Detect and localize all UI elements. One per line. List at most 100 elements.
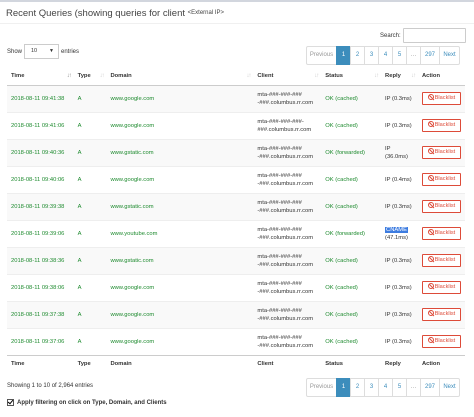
- page-link[interactable]: 1: [336, 378, 351, 397]
- blacklist-button[interactable]: Blacklist: [421, 335, 461, 348]
- page-title: Recent Queries (showing queries for clie…: [6, 8, 225, 19]
- query-domain[interactable]: www.youtube.com: [106, 219, 254, 247]
- query-client[interactable]: mta-###-###-###-###.columbus.rr.com: [253, 111, 322, 139]
- query-domain[interactable]: www.google.com: [106, 327, 254, 355]
- column-header[interactable]: Client ↓↑: [253, 68, 322, 86]
- query-type[interactable]: A: [73, 300, 107, 328]
- query-domain[interactable]: www.google.com: [106, 165, 254, 193]
- query-type[interactable]: A: [73, 138, 107, 166]
- query-domain[interactable]: www.google.com: [106, 85, 254, 112]
- query-type[interactable]: A: [73, 246, 107, 274]
- query-type[interactable]: A: [73, 111, 107, 139]
- table-header-row: Time ↓↑ Type ↓↑ Domain ↓↑ Client ↓↑ Status ↓↑ Repl…: [7, 68, 465, 86]
- query-client[interactable]: mta-###-###-###-###.columbus.rr.com: [253, 85, 322, 112]
- page-link[interactable]: 3: [364, 46, 379, 65]
- column-header[interactable]: Status ↓↑: [321, 68, 382, 86]
- query-type[interactable]: A: [73, 85, 107, 112]
- page-link[interactable]: Next: [439, 378, 460, 397]
- query-type[interactable]: A: [73, 273, 107, 301]
- entries-length-select[interactable]: 10 ▼: [24, 44, 59, 59]
- page-link: …: [406, 378, 421, 397]
- page-link[interactable]: 5: [392, 378, 407, 397]
- query-type[interactable]: A: [73, 327, 107, 355]
- column-header[interactable]: Time ↓↑: [7, 68, 74, 86]
- entries-length-value: 10: [31, 48, 38, 54]
- query-reply: IP (0.3ms): [381, 273, 418, 301]
- apply-filtering-toggle[interactable]: Apply filtering on click on Type, Domain…: [7, 399, 167, 406]
- client-line: mta-###-###-###: [257, 334, 302, 341]
- query-client[interactable]: mta-###-###-###-###.columbus.rr.com: [253, 138, 322, 166]
- blacklist-button[interactable]: Blacklist: [421, 200, 461, 213]
- blacklist-button[interactable]: Blacklist: [421, 173, 461, 186]
- page-link[interactable]: 2: [350, 378, 365, 397]
- query-time: 2018-08-11 09:38:36: [7, 246, 74, 274]
- pagination-top: Previous 1 2 3 4 5… 297 Next: [306, 46, 460, 65]
- query-domain[interactable]: www.google.com: [106, 273, 254, 301]
- client-line: mta-###-###-###: [257, 253, 302, 260]
- title-divider: [0, 23, 474, 24]
- query-client[interactable]: mta-###-###-###-###.columbus.rr.com: [253, 246, 322, 274]
- blacklist-label: Blacklist: [434, 149, 456, 155]
- column-header[interactable]: Type ↓↑: [73, 68, 107, 86]
- apply-filtering-label: Apply filtering on click on Type, Domain…: [17, 399, 167, 406]
- column-header[interactable]: Domain ↓↑: [106, 68, 254, 86]
- query-client[interactable]: mta-###-###-###-###.columbus.rr.com: [253, 273, 322, 301]
- recent-queries-panel: Recent Queries (showing queries for clie…: [0, 0, 474, 417]
- query-domain[interactable]: www.gstatic.com: [106, 246, 254, 274]
- reply-value: IP (0.4ms): [385, 176, 412, 183]
- query-client[interactable]: mta-###-###-###-###.columbus.rr.com: [253, 192, 322, 220]
- blacklist-button[interactable]: Blacklist: [421, 92, 461, 105]
- blacklist-button[interactable]: Blacklist: [421, 281, 461, 294]
- column-header[interactable]: Reply ↓↑: [381, 68, 418, 86]
- blacklist-button[interactable]: Blacklist: [421, 227, 461, 240]
- client-tag: <External IP>: [187, 10, 225, 16]
- column-header-label: Type: [77, 73, 91, 80]
- page-link[interactable]: 297: [420, 378, 440, 397]
- query-reply: IP (36.0ms): [381, 138, 418, 166]
- query-domain[interactable]: www.gstatic.com: [106, 192, 254, 220]
- column-header-label: Client: [257, 73, 274, 80]
- blacklist-button[interactable]: Blacklist: [421, 308, 461, 321]
- query-time: 2018-08-11 09:38:06: [7, 273, 74, 301]
- blacklist-button[interactable]: Blacklist: [421, 254, 461, 267]
- blacklist-button[interactable]: Blacklist: [421, 119, 461, 132]
- query-action: Blacklist: [417, 273, 465, 301]
- column-header-label: Domain: [110, 73, 132, 80]
- table-info: Showing 1 to 10 of 2,964 entries: [7, 383, 94, 389]
- query-type[interactable]: A: [73, 165, 107, 193]
- client-line: mta-###-###-###: [257, 280, 302, 287]
- query-client[interactable]: mta-###-###-###-###.columbus.rr.com: [253, 219, 322, 247]
- blacklist-label: Blacklist: [434, 284, 456, 290]
- apply-filtering-checkbox[interactable]: [7, 399, 14, 406]
- query-client[interactable]: mta-###-###-###-###.columbus.rr.com: [253, 300, 322, 328]
- query-type[interactable]: A: [73, 219, 107, 247]
- page-link[interactable]: 5: [392, 46, 407, 65]
- search-input[interactable]: [403, 28, 466, 43]
- page-link[interactable]: 297: [420, 46, 440, 65]
- blacklist-label: Blacklist: [434, 176, 456, 182]
- query-time: 2018-08-11 09:37:38: [7, 300, 74, 328]
- column-header-label: Domain: [110, 360, 132, 367]
- query-domain[interactable]: www.google.com: [106, 111, 254, 139]
- query-domain[interactable]: www.gstatic.com: [106, 138, 254, 166]
- ban-icon: [427, 121, 434, 127]
- page-link[interactable]: 4: [378, 378, 393, 397]
- query-reply: IP (0.3ms): [381, 327, 418, 355]
- table-row: 2018-08-11 09:38:36 Awww.gstatic.com mta-#…: [7, 246, 465, 274]
- query-type[interactable]: A: [73, 192, 107, 220]
- page-link[interactable]: 2: [350, 46, 365, 65]
- reply-value: IP: [385, 145, 391, 152]
- query-client[interactable]: mta-###-###-###-###.columbus.rr.com: [253, 165, 322, 193]
- blacklist-button[interactable]: Blacklist: [421, 146, 461, 159]
- page-link[interactable]: 1: [336, 46, 351, 65]
- query-reply: IP (0.4ms): [381, 165, 418, 193]
- query-domain[interactable]: www.google.com: [106, 300, 254, 328]
- page-link[interactable]: Next: [439, 46, 460, 65]
- client-line: -###.columbus.rr.com: [257, 288, 314, 295]
- page-link[interactable]: 3: [364, 378, 379, 397]
- ban-icon: [427, 148, 434, 154]
- query-action: Blacklist: [417, 246, 465, 274]
- column-header-label: Status: [325, 73, 344, 80]
- query-client[interactable]: mta-###-###-###-###.columbus.rr.com: [253, 327, 322, 355]
- page-link[interactable]: 4: [378, 46, 393, 65]
